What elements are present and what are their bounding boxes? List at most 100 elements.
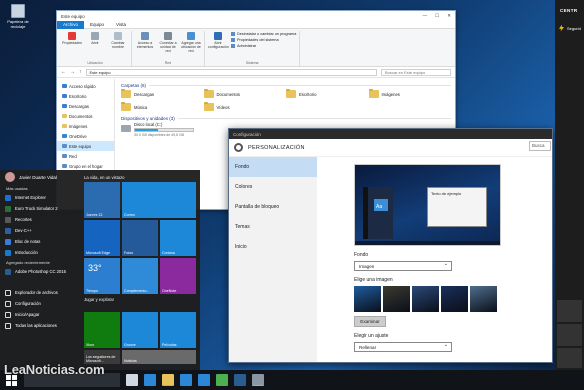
map-network-drive-button[interactable]: Conectar a unidad de red xyxy=(158,31,178,61)
lightning-icon xyxy=(559,24,564,32)
explorer-search-input[interactable]: Buscar en Este equipo xyxy=(381,68,451,76)
address-path[interactable]: Este equipo xyxy=(85,68,377,76)
system-properties-link[interactable]: Propiedades del sistema xyxy=(231,38,296,42)
settings-nav-item[interactable]: Pantalla de bloqueo xyxy=(229,197,317,217)
tile-2[interactable]: Microsoft Edge xyxy=(84,220,120,256)
forward-icon[interactable]: → xyxy=(70,69,75,75)
photoshop-icon xyxy=(5,268,11,275)
ribbon-group-location: Propiedades Abrir Cambiar nombre Ubicaci… xyxy=(59,31,132,66)
explorer-titlebar[interactable]: Este equipo — ☐ ✕ xyxy=(57,11,455,21)
star-icon xyxy=(62,84,67,88)
up-icon[interactable]: ↑ xyxy=(79,69,82,75)
properties-button[interactable]: Propiedades xyxy=(62,31,82,61)
tile-0[interactable]: Jueves 13 xyxy=(84,182,120,218)
nav-item-label: Este equipo xyxy=(69,143,92,149)
gear-icon xyxy=(234,143,243,152)
image-thumbnail[interactable] xyxy=(412,286,439,312)
image-thumbnail[interactable] xyxy=(441,286,468,312)
fit-label: Elegir un ajuste xyxy=(354,333,389,339)
app-icon xyxy=(5,238,11,245)
settings-search-input[interactable]: Busca xyxy=(529,141,551,151)
tile-9[interactable]: Groove xyxy=(122,312,158,348)
minimize-icon[interactable]: — xyxy=(423,13,428,19)
nav-item[interactable]: Este equipo xyxy=(57,141,114,151)
close-icon[interactable]: ✕ xyxy=(447,13,451,19)
tile-6[interactable]: Complemento... xyxy=(122,258,158,294)
security-notification[interactable]: Segurid xyxy=(555,21,584,35)
folder-item[interactable]: Escritorio xyxy=(286,89,369,99)
nav-item[interactable]: OneDrive xyxy=(57,131,114,141)
nav-item[interactable]: Escritorio xyxy=(57,91,114,101)
settings-nav-item[interactable]: Inicio xyxy=(229,237,317,257)
settings-nav-item[interactable]: Colores xyxy=(229,177,317,197)
preview-tile: Aa xyxy=(374,199,388,211)
settings-nav-item[interactable]: Temas xyxy=(229,217,317,237)
app-label: Recortes xyxy=(15,217,32,222)
uninstall-program-link[interactable]: Desinstalar o cambiar un programa xyxy=(231,32,296,36)
tab-vista[interactable]: Vista xyxy=(110,21,132,29)
nav-item[interactable]: Imágenes xyxy=(57,121,114,131)
task-view-icon[interactable] xyxy=(126,374,138,386)
settings-titlebar[interactable]: Configuración xyxy=(229,129,552,139)
settings-nav-item[interactable]: Fondo xyxy=(229,157,317,177)
folder-icon xyxy=(121,102,131,111)
open-settings-button[interactable]: Abrir configuración xyxy=(208,31,229,61)
nav-item[interactable]: Documentos xyxy=(57,111,114,121)
nav-item[interactable]: Acceso rápido xyxy=(57,81,114,91)
access-media-button[interactable]: Acceso a elementos xyxy=(135,31,155,61)
recycle-bin[interactable]: Papelera de reciclaje xyxy=(4,4,32,29)
folder-icon xyxy=(203,102,214,111)
rename-button[interactable]: Cambiar nombre xyxy=(108,31,128,61)
tile-10[interactable]: Películas xyxy=(160,312,196,348)
image-thumbnail[interactable] xyxy=(383,286,410,312)
file-explorer-icon[interactable] xyxy=(162,374,174,386)
folder-icon xyxy=(368,89,379,98)
app-label: Introducción xyxy=(15,250,38,255)
photoshop-icon[interactable] xyxy=(234,374,246,386)
tile-12[interactable]: Noticias xyxy=(122,350,196,364)
settings-window[interactable]: Configuración PERSONALIZACIÓN Busca Fond… xyxy=(228,128,553,363)
tile-4[interactable]: Cortana xyxy=(160,220,196,256)
edge-icon[interactable] xyxy=(144,374,156,386)
manage-link[interactable]: Administrar xyxy=(231,44,296,48)
add-network-location-button[interactable]: Agregar una ubicación de red xyxy=(181,31,201,61)
preview-start-menu: Aa xyxy=(363,187,393,239)
tile-1[interactable]: Correo xyxy=(122,182,196,218)
folder-item[interactable]: Descargas xyxy=(121,89,204,99)
back-icon[interactable]: ← xyxy=(61,69,66,75)
maximize-icon[interactable]: ☐ xyxy=(435,13,439,19)
settings-icon[interactable] xyxy=(252,374,264,386)
fondo-dropdown[interactable]: Imagen xyxy=(354,260,452,271)
fondo-label: Fondo xyxy=(354,252,369,258)
folders-heading[interactable]: Carpetas (6) xyxy=(121,81,451,89)
browse-button[interactable]: Examinar xyxy=(354,316,386,327)
image-thumbnail[interactable] xyxy=(470,286,497,312)
folder-item[interactable]: Vídeos xyxy=(203,102,287,112)
start-menu: Javier Duarte Vidal Más usadas Internet … xyxy=(0,170,200,370)
nav-item[interactable]: Red xyxy=(57,151,114,161)
folder-item[interactable]: Música xyxy=(121,102,204,112)
quick-action-tile[interactable] xyxy=(557,300,582,322)
tile-3[interactable]: Fotos xyxy=(122,220,158,256)
folder-item[interactable]: Documentos xyxy=(203,89,287,99)
tile-5[interactable]: Tiempo 33° xyxy=(84,258,120,294)
tile-8[interactable]: Xbox xyxy=(84,312,120,348)
folder-label: Descargas xyxy=(134,91,155,97)
quick-action-tile[interactable] xyxy=(557,348,582,368)
fit-dropdown[interactable]: Rellenar xyxy=(354,341,452,352)
app-label: Euro Truck Simulator 2 xyxy=(15,206,58,211)
tile-7[interactable]: OneNote xyxy=(160,258,196,294)
quick-action-tile[interactable] xyxy=(557,324,582,346)
chrome-icon[interactable] xyxy=(216,374,228,386)
image-thumbnail[interactable] xyxy=(354,286,381,312)
mail-icon[interactable] xyxy=(198,374,210,386)
open-button[interactable]: Abrir xyxy=(85,31,105,61)
drive-usage-bar xyxy=(134,128,194,132)
tab-equipo[interactable]: Equipo xyxy=(84,21,110,29)
nav-item[interactable]: Descargas xyxy=(57,101,114,111)
devices-heading[interactable]: Dispositivos y unidades (3) xyxy=(121,114,451,122)
tile-label: Fotos xyxy=(124,251,133,255)
folder-item[interactable]: Imágenes xyxy=(368,89,452,99)
store-icon[interactable] xyxy=(180,374,192,386)
tab-archivo[interactable]: Archivo xyxy=(57,20,85,29)
